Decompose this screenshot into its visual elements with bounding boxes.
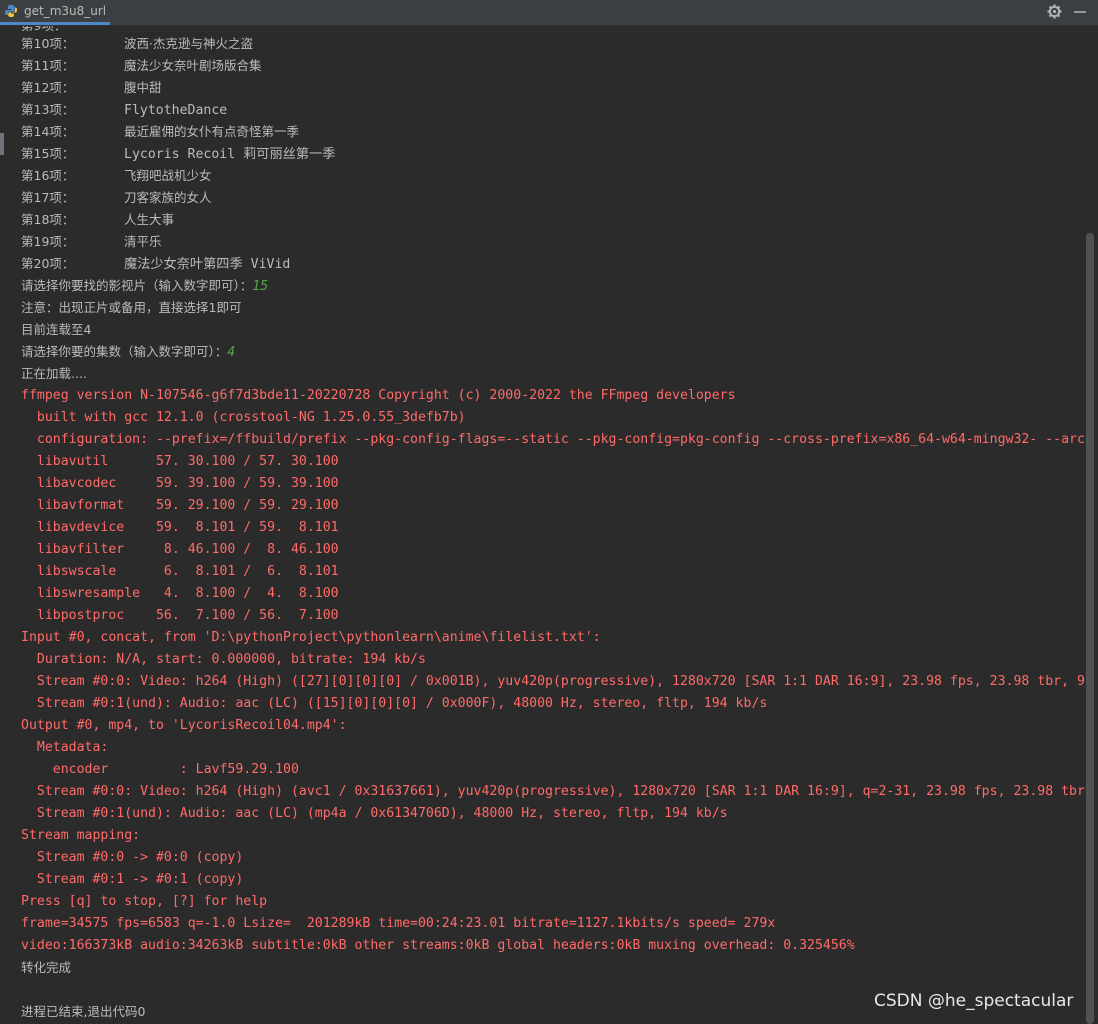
process-exit-line: 进程已结束,退出代码0: [21, 1004, 146, 1019]
vertical-scrollbar-thumb[interactable]: [1086, 233, 1094, 1024]
user-input-episode: 4: [227, 345, 236, 360]
run-console-output[interactable]: 第9项： 第10项：波西·杰克逊与神火之盗 第11项：魔法少女奈叶剧场版合集 第…: [0, 26, 1088, 1024]
ffmpeg-output-line: encoder : Lavf59.29.100: [21, 762, 299, 777]
ffmpeg-output-line: Output #0, mp4, to 'LycorisRecoil04.mp4'…: [21, 718, 347, 733]
ffmpeg-output-line: ffmpeg version N-107546-g6f7d3bde11-2022…: [21, 388, 736, 403]
list-item: 第16项： 飞翔吧战机少女: [21, 168, 212, 183]
python-file-icon: [5, 5, 17, 17]
ffmpeg-output-line: Duration: N/A, start: 0.000000, bitrate:…: [21, 652, 426, 667]
ffmpeg-output-line: Input #0, concat, from 'D:\pythonProject…: [21, 630, 601, 645]
list-item: 第19项： 清平乐: [21, 234, 162, 249]
ffmpeg-output-line: Stream #0:0: Video: h264 (High) ([27][0]…: [21, 674, 1085, 689]
loading-line: 正在加载....: [21, 366, 87, 381]
ffmpeg-output-line: libavdevice 59. 8.101 / 59. 8.101: [21, 520, 339, 535]
ffmpeg-output-line: video:166373kB audio:34263kB subtitle:0k…: [21, 938, 855, 953]
list-item: 第12项： 腹中甜: [21, 80, 162, 95]
tab-label: get_m3u8_url: [24, 4, 107, 18]
ffmpeg-output-line: libavutil 57. 30.100 / 57. 30.100: [21, 454, 339, 469]
ffmpeg-output-line: libavformat 59. 29.100 / 59. 29.100: [21, 498, 339, 513]
ffmpeg-output-line: Stream #0:1(und): Audio: aac (LC) ([15][…: [21, 696, 768, 711]
ffmpeg-output-line: Stream #0:1 -> #0:1 (copy): [21, 872, 244, 887]
list-item: 第15项： Lycoris Recoil 莉可丽丝第一季: [21, 146, 336, 162]
tab-bar: get_m3u8_url: [0, 0, 1098, 26]
conversion-done-line: 转化完成: [21, 960, 72, 975]
ffmpeg-output-line: libavcodec 59. 39.100 / 59. 39.100: [21, 476, 339, 491]
ffmpeg-output-line: Stream mapping:: [21, 828, 141, 843]
updated-line: 目前连载至4: [21, 322, 92, 337]
list-item: 第10项： 波西·杰克逊与神火之盗: [21, 36, 253, 51]
ffmpeg-output-line: Stream #0:0 -> #0:0 (copy): [21, 850, 244, 865]
csdn-watermark: CSDN @he_spectacular: [874, 991, 1074, 1011]
ffmpeg-output-line: Stream #0:0: Video: h264 (High) (avc1 / …: [21, 784, 1085, 799]
tab-run-get-m3u8-url[interactable]: get_m3u8_url: [0, 0, 110, 25]
list-item: 第13项： FlytotheDance: [21, 102, 228, 118]
ffmpeg-output-line: frame=34575 fps=6583 q=-1.0 Lsize= 20128…: [21, 916, 776, 931]
minimize-icon[interactable]: [1073, 4, 1087, 19]
list-item: 第14项： 最近雇佣的女仆有点奇怪第一季: [21, 124, 300, 139]
list-item: 第17项： 刀客家族的女人: [21, 190, 212, 205]
list-item: 第11项： 魔法少女奈叶剧场版合集: [21, 58, 262, 73]
list-item: 第20项： 魔法少女奈叶第四季 ViVid: [21, 256, 291, 272]
prompt-select-title: 请选择你要找的影视片（输入数字即可）：15: [21, 278, 269, 294]
ffmpeg-output-line: libswresample 4. 8.100 / 4. 8.100: [21, 586, 339, 601]
ffmpeg-output-line: Metadata:: [21, 740, 109, 755]
ffmpeg-output-line: libswscale 6. 8.101 / 6. 8.101: [21, 564, 339, 579]
ffmpeg-output-line: configuration: --prefix=/ffbuild/prefix …: [21, 432, 1085, 447]
list-item: 第18项： 人生大事: [21, 212, 175, 227]
ffmpeg-output-line: libpostproc 56. 7.100 / 56. 7.100: [21, 608, 339, 623]
ffmpeg-output-line: Press [q] to stop, [?] for help: [21, 894, 268, 909]
note-line: 注意：出现正片或备用，直接选择1即可: [21, 300, 242, 315]
gear-icon[interactable]: [1047, 4, 1062, 19]
prompt-select-episode: 请选择你要的集数（输入数字即可）：4: [21, 344, 236, 360]
ffmpeg-output-line: Stream #0:1(und): Audio: aac (LC) (mp4a …: [21, 806, 728, 821]
ffmpeg-output-line: libavfilter 8. 46.100 / 8. 46.100: [21, 542, 339, 557]
user-input-title: 15: [252, 279, 269, 294]
ffmpeg-output-line: built with gcc 12.1.0 (crosstool-NG 1.25…: [21, 410, 466, 425]
